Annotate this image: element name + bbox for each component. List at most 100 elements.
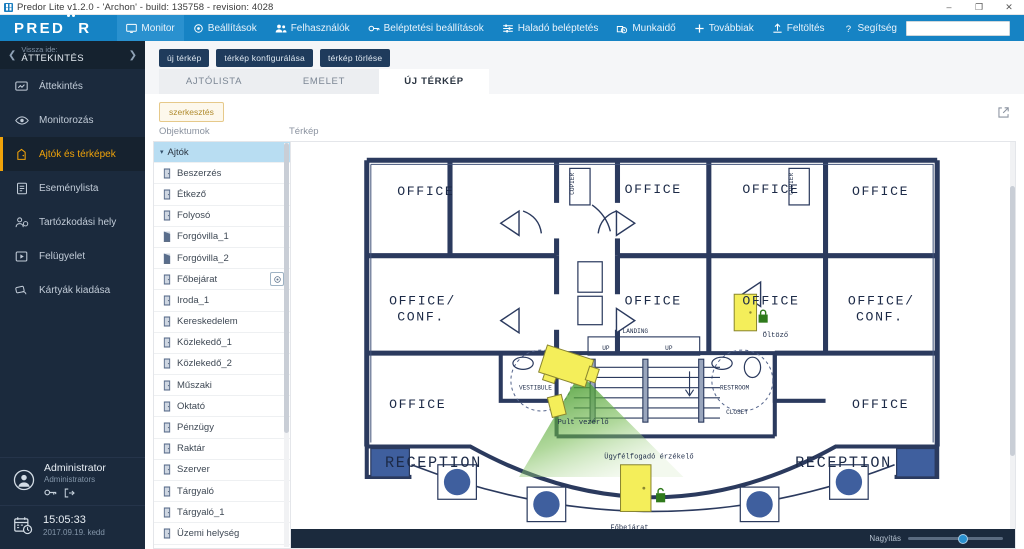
zoom-slider[interactable] (908, 533, 1003, 544)
change-password-icon[interactable] (44, 488, 57, 501)
nav-label: Monitor (141, 22, 175, 34)
search-input[interactable] (906, 20, 1010, 36)
list-item[interactable]: Oktató (154, 396, 290, 418)
tab-ajtolista[interactable]: AJTÓLISTA (159, 69, 269, 94)
global-search-container (906, 15, 1024, 41)
external-link-icon[interactable] (997, 106, 1010, 119)
objects-list[interactable]: ▾ Ajtók Beszerzés Étkező Folyosó Forgóvi… (153, 141, 291, 549)
door-icon (162, 443, 171, 454)
list-item[interactable]: Tárgyaló (154, 481, 290, 503)
sidebar-item-monitorozas[interactable]: Monitorozás (0, 103, 145, 137)
chevron-right-icon[interactable]: ❯ (129, 50, 137, 61)
tab-bar: AJTÓLISTA EMELET ÚJ TÉRKÉP (145, 69, 1024, 94)
list-item[interactable]: Műszaki (154, 375, 290, 397)
map-scrollbar[interactable] (1010, 142, 1015, 529)
room-label: OFFICE (625, 182, 682, 197)
lock-open-icon (656, 487, 666, 503)
minimize-button[interactable]: – (934, 0, 964, 15)
list-item[interactable]: Raktár (154, 439, 290, 460)
door-icon (162, 274, 171, 285)
maximize-button[interactable]: ❐ (964, 0, 994, 15)
column-header-map: Térkép (289, 126, 319, 137)
chevron-left-icon: ❮ (8, 49, 17, 61)
list-item[interactable]: Főbejárat (154, 269, 290, 291)
app-icon (4, 2, 13, 12)
plan-label: UP (665, 345, 673, 352)
list-item[interactable]: Folyosó (154, 206, 290, 227)
list-item[interactable]: Tárgyaló_1 (154, 502, 290, 524)
nav-item-feltoltes[interactable]: Feltöltés (763, 15, 834, 41)
sidebar-user-block[interactable]: Administrator Administrators (0, 457, 145, 505)
sidebar-item-attekintes[interactable]: Áttekintés (0, 69, 145, 103)
list-item[interactable]: Közlekedő_2 (154, 354, 290, 376)
tab-uj-terkep[interactable]: ÚJ TÉRKÉP (379, 69, 489, 94)
column-header-objects: Objektumok (159, 126, 210, 137)
lock-closed-icon (758, 309, 768, 323)
map-label-oltozo: Öltöző (763, 331, 789, 340)
list-item[interactable]: Pénzügy (154, 417, 290, 439)
zoom-slider-thumb[interactable] (958, 533, 969, 544)
nav-item-monitor[interactable]: Monitor (117, 15, 184, 41)
configure-map-button[interactable]: térkép konfigurálása (216, 48, 313, 67)
panel-panes: ▾ Ajtók Beszerzés Étkező Folyosó Forgóvi… (145, 141, 1024, 549)
list-item[interactable]: Beszerzés (154, 163, 290, 185)
dashboard-icon (14, 80, 29, 93)
calendar-clock-icon (13, 515, 34, 539)
list-item[interactable]: Forgóvilla_2 (154, 248, 290, 270)
objects-list-scrollbar[interactable] (284, 143, 289, 547)
floorplan-canvas[interactable]: OFFICE OFFICE OFFICE OFFICE OFFICE/ CONF… (291, 142, 1015, 548)
nav-item-tovabbiak[interactable]: Továbbiak (685, 15, 763, 41)
sidebar: ❮ Vissza ide: ÁTTEKINTÉS ❯ Áttekintés Mo… (0, 41, 145, 549)
logout-icon[interactable] (64, 488, 75, 501)
objects-list-inner: ▾ Ajtók Beszerzés Étkező Folyosó Forgóvi… (154, 142, 290, 548)
list-item[interactable]: Közlekedő_1 (154, 333, 290, 354)
plan-label: VESTIBULE (519, 385, 552, 392)
nav-item-segitseg[interactable]: ? Segítség (834, 15, 906, 41)
map-panel: szerkesztés Objektumok Térkép ▾ Ajtók Be… (145, 94, 1024, 549)
list-item-label: Kereskedelem (177, 316, 238, 328)
list-item[interactable]: Forgóvilla_1 (154, 227, 290, 248)
map-toolbar: új térkép térkép konfigurálása térkép tö… (145, 41, 1024, 69)
nav-item-felhasznalok[interactable]: Felhasználók (266, 15, 359, 41)
new-map-button[interactable]: új térkép (159, 48, 210, 67)
list-item[interactable]: Kereskedelem (154, 312, 290, 333)
door-icon (162, 337, 171, 348)
list-item-label: Tárgyaló_1 (177, 506, 225, 518)
tab-emelet[interactable]: EMELET (269, 69, 379, 94)
list-item[interactable]: Üzemi helység (154, 523, 290, 545)
scrollbar-thumb[interactable] (284, 143, 289, 433)
door-icon (162, 316, 171, 327)
sidebar-item-label: Tartózkodási hely (39, 216, 117, 228)
nav-item-beallitasok[interactable]: Beállítások (184, 15, 266, 41)
list-item[interactable]: Étkező (154, 184, 290, 206)
door-icon (162, 528, 171, 539)
list-item-label: Forgóvilla_1 (177, 231, 229, 243)
sidebar-item-felugyelet[interactable]: Felügyelet (0, 239, 145, 273)
sidebar-back-button[interactable]: ❮ Vissza ide: ÁTTEKINTÉS ❯ (0, 41, 145, 69)
list-item-label: Pénzügy (177, 422, 214, 434)
scrollbar-thumb[interactable] (1010, 186, 1015, 456)
key-icon (368, 23, 380, 34)
sidebar-item-esemenylista[interactable]: Eseménylista (0, 171, 145, 205)
nav-item-munkaido[interactable]: Munkaidő (607, 15, 684, 41)
list-item[interactable]: Iroda_1 (154, 290, 290, 312)
map-viewport[interactable]: OFFICE OFFICE OFFICE OFFICE OFFICE/ CONF… (291, 141, 1016, 549)
sidebar-item-ajtok-es-terkepek[interactable]: Ajtók és térképek (0, 137, 145, 171)
list-item-label: Oktató (177, 400, 205, 412)
user-role: Administrators (44, 475, 96, 485)
edit-button[interactable]: szerkesztés (159, 102, 224, 122)
delete-map-button[interactable]: térkép törlése (319, 48, 391, 67)
room-label: OFFICE (397, 184, 454, 199)
sidebar-item-tartozkodasi-hely[interactable]: Tartózkodási hely (0, 205, 145, 239)
chevron-down-icon[interactable]: ▾ (160, 148, 164, 156)
list-item-label: Forgóvilla_2 (177, 252, 229, 264)
nav-label: Munkaidő (632, 22, 676, 34)
list-item[interactable]: Szerver (154, 460, 290, 481)
nav-label: Feltöltés (786, 22, 825, 34)
nav-item-halado-beleptetes[interactable]: Haladó beléptetés (493, 15, 608, 41)
objects-group-ajtok[interactable]: ▾ Ajtók (154, 142, 290, 164)
object-settings-button[interactable] (270, 272, 284, 287)
close-button[interactable]: ✕ (994, 0, 1024, 15)
sidebar-item-kartyak-kiadasa[interactable]: Kártyák kiadása (0, 273, 145, 307)
nav-item-beleptetesi-beallitasok[interactable]: Beléptetési beállítások (359, 15, 493, 41)
